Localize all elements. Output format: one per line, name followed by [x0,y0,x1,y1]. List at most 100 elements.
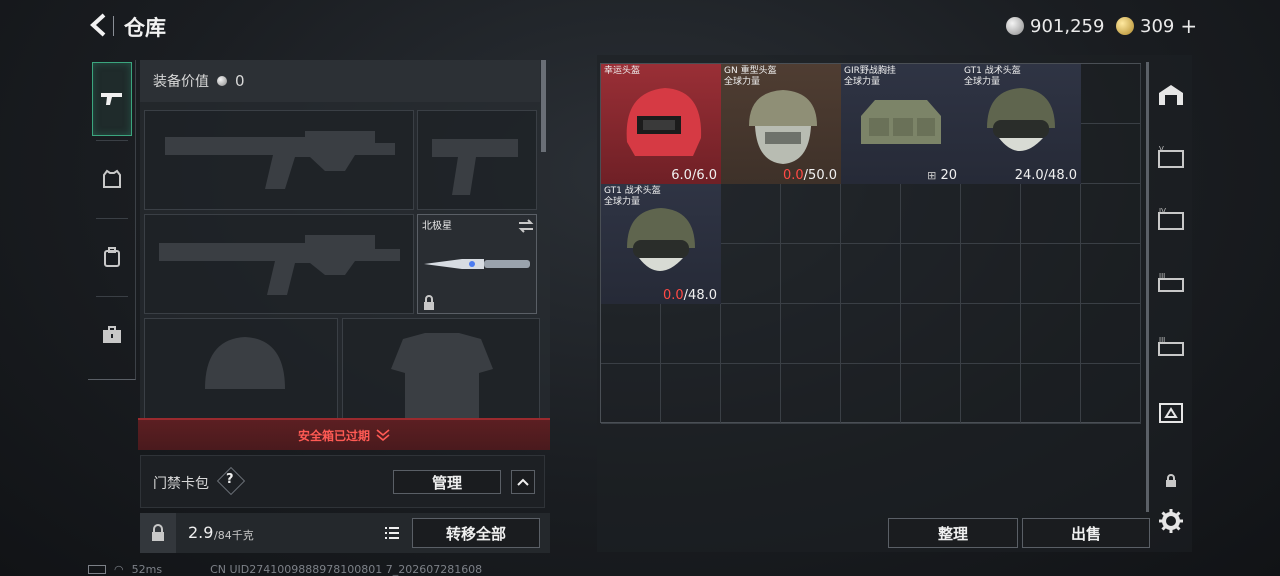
grid-cell[interactable] [1021,244,1081,304]
grid-cell[interactable] [961,244,1021,304]
grid-cell[interactable] [1021,304,1081,364]
nav-case[interactable] [92,298,132,372]
grid-cell[interactable] [961,304,1021,364]
secondary-weapon-slot[interactable] [144,214,414,314]
grid-cell[interactable] [781,244,841,304]
silver-currency: 901,259 [1006,14,1104,38]
item-durability: 0.0/48.0 [662,288,717,303]
inventory-grid: 幸运头盔 6.0/6.0 GN 重型头盔 全球力量 0.0/50.0 GIR野战胸… [600,63,1141,424]
grid-cell[interactable] [781,184,841,244]
grid-cell[interactable] [721,244,781,304]
grid-cell[interactable] [841,184,901,244]
grid-cell[interactable] [901,364,961,424]
grid-cell[interactable] [781,364,841,424]
grid-cell[interactable] [1081,124,1141,184]
vest-icon [103,169,121,188]
nav-storage-1[interactable] [1154,396,1188,430]
nav-storage-3[interactable]: III [1154,266,1188,300]
chest-rig-icon [861,100,941,144]
right-nav: V IV III III [1150,60,1192,510]
inventory-item[interactable]: GIR野战胸挂 全球力量 ⊞ 20 [841,64,961,184]
gear-icon [1159,509,1183,533]
grid-cell[interactable] [961,184,1021,244]
expand-button[interactable] [511,470,535,494]
grid-cell[interactable] [721,364,781,424]
manage-button[interactable]: 管理 [393,470,501,494]
inventory-item[interactable]: GT1 战术头盔 全球力量 24.0/48.0 [961,64,1081,184]
grid-cell[interactable] [1081,184,1141,244]
nav-storage-5[interactable]: V [1154,140,1188,174]
grid-cell[interactable] [841,364,901,424]
grid-cell[interactable] [661,304,721,364]
melee-slot[interactable]: 北极星 [417,214,537,314]
grid-cell[interactable] [601,304,661,364]
expired-text: 安全箱已过期 [297,428,370,443]
grid-cell[interactable] [661,364,721,424]
grid-cell[interactable] [721,304,781,364]
equipment-value: 装备价值 0 [140,60,540,102]
scrollbar[interactable] [1146,62,1149,512]
nav-storage-2[interactable]: III [1154,330,1188,364]
swap-icon[interactable] [518,219,534,233]
list-icon [385,527,399,539]
wifi-icon: ◠ [114,563,124,576]
storage-icon: IV [1158,207,1184,230]
page-title: 仓库 [124,16,166,40]
settings-button[interactable] [1158,508,1184,534]
storage-icon: V [1158,145,1184,168]
grid-cell[interactable] [961,364,1021,424]
grid-cell[interactable] [1081,364,1141,424]
grid-cell[interactable] [901,244,961,304]
add-gold-button[interactable]: + [1180,14,1197,38]
grid-cell[interactable] [901,184,961,244]
briefcase-icon [103,326,121,343]
nav-armor[interactable] [92,142,132,216]
transfer-all-button[interactable]: 转移全部 [412,518,540,548]
nav-warehouse[interactable] [1154,78,1188,112]
grid-cell[interactable] [841,304,901,364]
grid-cell[interactable] [601,364,661,424]
sidearm-slot[interactable] [417,110,537,210]
list-view-button[interactable] [380,521,404,545]
grid-cell[interactable] [1081,304,1141,364]
divider [113,16,114,36]
grid-cell[interactable] [1021,364,1081,424]
left-nav [88,60,136,380]
chevron-down-icon [376,429,390,441]
helmet-slot[interactable] [144,318,338,420]
grid-cell[interactable] [1021,184,1081,244]
armor-slot[interactable] [342,318,540,420]
sort-button[interactable]: 整理 [888,518,1018,548]
scrollbar[interactable] [541,60,546,152]
lock-icon [1166,474,1176,487]
item-durability: 24.0/48.0 [1014,168,1077,183]
back-button[interactable] [86,12,112,38]
inventory-item[interactable]: GN 重型头盔 全球力量 0.0/50.0 [721,64,841,184]
nav-backpack[interactable] [92,220,132,294]
grid-cell[interactable] [1081,64,1141,124]
nav-storage-4[interactable]: IV [1154,202,1188,236]
equipment-panel: 装备价值 0 北极星 [140,60,550,420]
weight-bar: 2.9 /84千克 转移全部 [140,513,550,553]
storage-icon: III [1158,272,1184,292]
grid-cell[interactable] [1081,244,1141,304]
pistol-silhouette-icon [432,139,518,195]
inventory-item[interactable]: 幸运头盔 6.0/6.0 [601,64,721,184]
grid-cell[interactable] [901,304,961,364]
grid-cell[interactable] [781,304,841,364]
item-name: GN 重型头盔 全球力量 [724,66,777,87]
grid-cell[interactable] [721,184,781,244]
svg-text:III: III [1159,272,1165,280]
safebox-expired-bar[interactable]: 安全箱已过期 [138,418,550,450]
silver-amount: 901,259 [1030,15,1105,37]
silver-coin-icon [217,76,227,86]
nav-weapon[interactable] [92,62,132,136]
backpack-icon [104,247,120,267]
inventory-item[interactable]: GT1 战术头盔 全球力量 0.0/48.0 [601,184,721,304]
gold-currency[interactable]: 309 + [1116,14,1197,38]
grid-cell[interactable] [841,244,901,304]
primary-weapon-slot[interactable] [144,110,414,210]
keycard-label: 门禁卡包 [153,476,209,492]
locked-slot [1154,464,1188,498]
sell-button[interactable]: 出售 [1022,518,1150,548]
